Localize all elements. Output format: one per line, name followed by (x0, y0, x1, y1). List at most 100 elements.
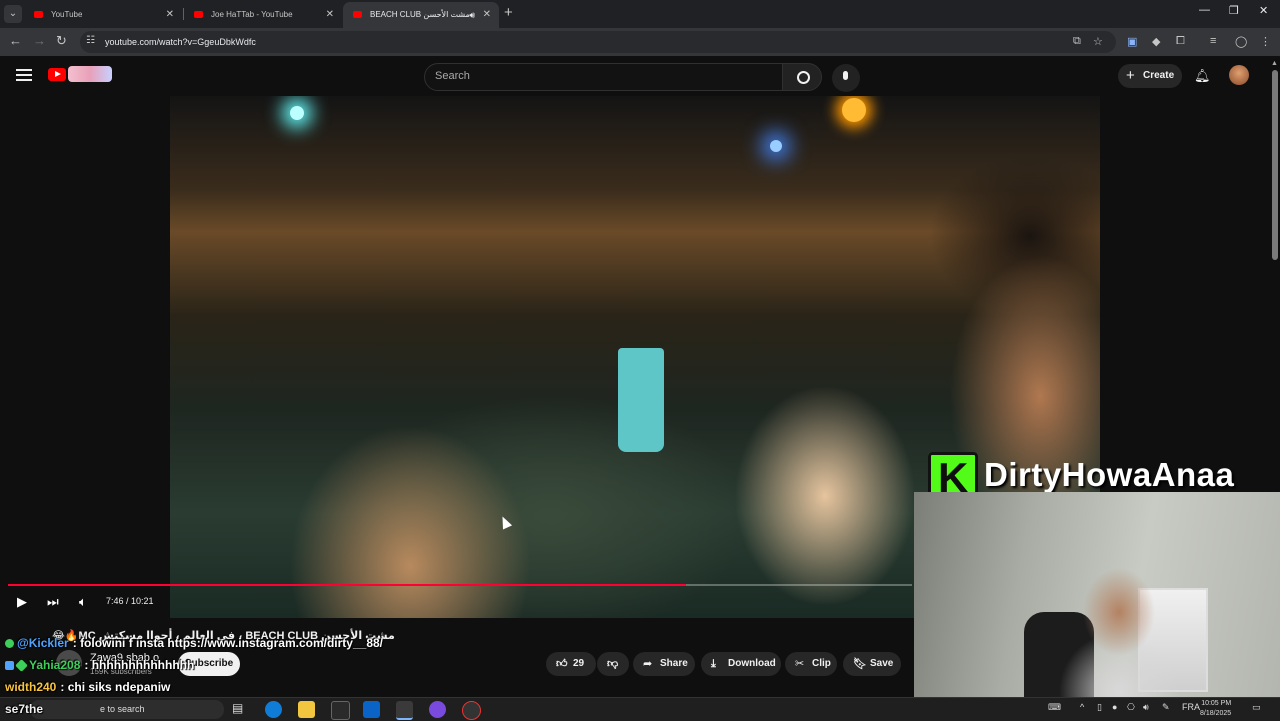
profile-icon[interactable]: ◯ (1235, 35, 1247, 48)
store-icon[interactable] (331, 701, 350, 720)
search-button[interactable] (782, 63, 822, 91)
tray-overflow-icon[interactable]: ^ (1080, 702, 1084, 712)
edge-icon[interactable] (265, 701, 282, 718)
account-avatar[interactable] (1229, 65, 1249, 85)
streamer-name: DirtyHowaAnaa (984, 456, 1235, 493)
bookmark-star-icon[interactable]: ☆ (1093, 35, 1103, 48)
recorder-icon[interactable] (462, 701, 481, 720)
chat-message: @Kickler: folowini f insta https://www.i… (5, 636, 383, 650)
scroll-up-icon[interactable]: ▲ (1271, 60, 1278, 67)
chat-username: width240 (5, 680, 57, 694)
chrome-icon[interactable] (396, 701, 413, 720)
browser-tab-joe-hattab[interactable]: Joe HaTTab - YouTube ✕ (184, 2, 342, 28)
sparkle-badge-icon (15, 659, 28, 672)
keyboard-icon[interactable]: ⌨ (1048, 702, 1061, 713)
more-menu-icon[interactable]: ⋮ (1260, 35, 1271, 48)
hamburger-icon[interactable] (16, 69, 32, 81)
tab-search-button[interactable]: ⌄ (4, 5, 22, 23)
save-button[interactable]: 🔖︎ Save (843, 652, 901, 676)
audio-playing-icon[interactable]: 🔊︎ (469, 2, 475, 28)
bookmark-icon: 🔖︎ (853, 658, 867, 670)
network-icon[interactable]: ⎔ (1127, 702, 1135, 713)
close-tab-icon[interactable]: ✕ (326, 2, 334, 28)
download-button[interactable]: ⤓ Download (701, 652, 781, 676)
save-label: Save (870, 658, 894, 669)
pen-icon[interactable]: ✎ (1162, 702, 1170, 713)
video-frame-light (842, 98, 866, 122)
video-frame-light (770, 140, 782, 152)
play-icon[interactable]: ▶ (17, 594, 27, 610)
thumbs-up-icon: 👍︎ (556, 658, 568, 670)
chat-username: @Kickler (17, 636, 69, 650)
browser-tab-youtube[interactable]: YouTube ✕ (24, 2, 182, 28)
volume-icon[interactable]: 🔈︎ (79, 594, 87, 610)
close-tab-icon[interactable]: ✕ (483, 2, 491, 28)
chat-username: Yahia208 (29, 658, 81, 672)
voice-search-button[interactable] (832, 64, 860, 92)
extension-diamond-icon[interactable]: ◆ (1152, 35, 1160, 48)
like-button[interactable]: 👍︎ 29 (546, 652, 596, 676)
youtube-doodle-logo[interactable] (68, 66, 112, 82)
tray-mic-icon[interactable]: ● (1112, 702, 1117, 712)
extensions-puzzle-icon[interactable]: ⧠ (1176, 35, 1185, 48)
dislike-button[interactable]: 👎︎ (597, 652, 629, 676)
plus-icon: + (1126, 67, 1135, 84)
minimize-window-icon[interactable]: — (1199, 4, 1210, 16)
reload-icon[interactable]: ↻ (56, 33, 67, 49)
video-progress-bar[interactable] (8, 584, 912, 586)
share-label: Share (660, 658, 688, 669)
translate-extension-icon[interactable]: ▣ (1127, 35, 1137, 48)
taskbar-search[interactable]: e to search (30, 700, 224, 719)
bell-icon[interactable]: 🔔︎ (1194, 68, 1211, 84)
site-info-icon[interactable]: ☷ (86, 35, 95, 46)
mouse-cursor-icon (497, 514, 513, 530)
subscriber-badge-icon (5, 661, 14, 670)
install-app-icon[interactable]: ⧉ (1073, 35, 1081, 48)
address-bar[interactable]: ☷ youtube.com/watch?v=GgeuDbkWdfc ⧉ ☆ (80, 31, 1116, 53)
url-text[interactable]: youtube.com/watch?v=GgeuDbkWdfc (105, 37, 256, 47)
clock-date: 8/18/2025 (1200, 710, 1232, 717)
video-timecode: 7:46 / 10:21 (106, 596, 154, 606)
task-view-icon[interactable]: ▤ (232, 701, 249, 718)
tab-title: Joe HaTTab - YouTube (211, 10, 293, 19)
scrollbar-thumb[interactable] (1272, 70, 1278, 260)
verified-badge-icon (5, 639, 14, 648)
close-tab-icon[interactable]: ✕ (166, 2, 174, 28)
download-icon: ⤓ (711, 658, 716, 670)
browser-tab-active[interactable]: BEACH CLUB مشت الأحسن 🔊︎ ✕ (343, 2, 499, 28)
next-video-icon[interactable]: ⏭︎ (47, 594, 59, 610)
share-button[interactable]: ➦ Share (633, 652, 695, 676)
chat-message: Yahia208: hhhhhhhhhhhhhh (5, 658, 194, 672)
taskbar-clock[interactable]: 10:05 PM 8/18/2025 (1200, 699, 1231, 719)
webcam-person (1054, 562, 1184, 698)
youtube-favicon-icon (34, 11, 43, 18)
streamer-webcam (914, 492, 1280, 698)
browser-tab-strip: ⌄ YouTube ✕ Joe HaTTab - YouTube ✕ BEACH… (0, 0, 1280, 28)
volume-tray-icon[interactable]: 🔊︎ (1143, 702, 1149, 713)
youtube-logo-icon[interactable] (48, 68, 66, 81)
outlook-icon[interactable] (363, 701, 380, 718)
download-label: Download (728, 658, 776, 669)
media-controls-icon[interactable]: ≡ (1210, 35, 1216, 47)
share-icon: ➦ (643, 658, 653, 670)
video-frame-light (290, 106, 304, 120)
chat-username: se7the (5, 702, 44, 716)
create-button[interactable]: + Create (1118, 64, 1182, 88)
scissors-icon: ✂ (795, 658, 805, 670)
file-explorer-icon[interactable] (298, 701, 315, 718)
youtube-favicon-icon (194, 11, 203, 18)
restore-window-icon[interactable]: ❐ (1229, 4, 1239, 17)
windows-taskbar: e to search ▤ ⌨ ^ ▯ ● ⎔ 🔊︎ ✎ FRA 10:05 P… (0, 697, 1280, 721)
app-icon[interactable] (429, 701, 446, 718)
close-window-icon[interactable]: ✕ (1259, 4, 1268, 17)
new-tab-button[interactable]: + (504, 4, 513, 21)
search-input[interactable]: Search (424, 63, 783, 91)
arrow-left-icon[interactable]: ← (9, 33, 22, 48)
thumbs-down-icon: 👎︎ (607, 658, 619, 670)
tray-app-icon[interactable]: ▯ (1097, 702, 1102, 713)
clock-time: 10:05 PM (1201, 700, 1232, 707)
arrow-right-icon[interactable]: → (33, 33, 46, 48)
clip-button[interactable]: ✂ Clip (785, 652, 837, 676)
notifications-icon[interactable]: ▭ (1252, 702, 1261, 713)
language-indicator[interactable]: FRA (1182, 702, 1200, 712)
